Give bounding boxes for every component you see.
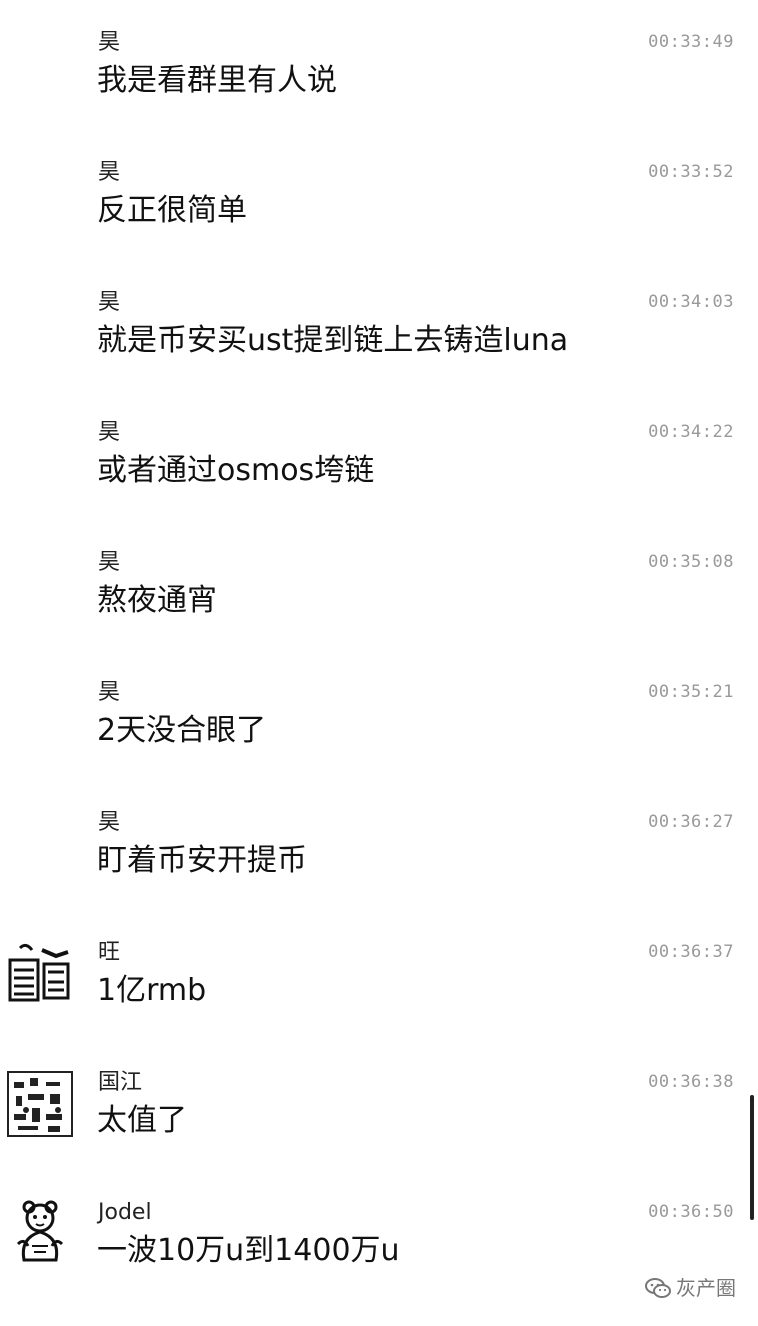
scrollbar[interactable] <box>750 1095 754 1220</box>
message-row: 昊 00:36:27 盯着币安开提币 <box>0 806 758 936</box>
message-row: 国江 00:36:38 太值了 <box>0 1066 758 1196</box>
wechat-icon <box>644 1276 672 1300</box>
sender-name: Jodel <box>98 1200 152 1225</box>
message-time: 00:34:22 <box>648 422 734 442</box>
message-row: 昊 00:34:03 就是币安买ust提到链上去铸造luna <box>0 286 758 416</box>
message-time: 00:33:49 <box>648 32 734 52</box>
message-time: 00:33:52 <box>648 162 734 182</box>
message-time: 00:35:21 <box>648 682 734 702</box>
watermark: 灰产圈 <box>644 1276 736 1300</box>
message-text[interactable]: 反正很简单 <box>97 190 247 232</box>
pattern-avatar-icon[interactable] <box>6 1070 74 1138</box>
message-time: 00:36:38 <box>648 1072 734 1092</box>
message-time: 00:34:03 <box>648 292 734 312</box>
sketch-avatar-icon[interactable] <box>6 940 74 1008</box>
message-row: 昊 00:35:21 2天没合眼了 <box>0 676 758 806</box>
sender-name: 昊 <box>98 160 121 185</box>
sender-name: 昊 <box>98 680 121 705</box>
message-time: 00:36:50 <box>648 1202 734 1222</box>
message-text[interactable]: 盯着币安开提币 <box>97 840 307 882</box>
sender-name: 昊 <box>98 30 121 55</box>
message-time: 00:36:27 <box>648 812 734 832</box>
message-text[interactable]: 就是币安买ust提到链上去铸造luna <box>97 320 568 362</box>
message-text[interactable]: 或者通过osmos垮链 <box>97 450 374 492</box>
sender-name: 国江 <box>98 1070 143 1095</box>
message-row: 旺 00:36:37 1亿rmb <box>0 936 758 1066</box>
bear-avatar-icon[interactable] <box>6 1198 74 1266</box>
message-text[interactable]: 我是看群里有人说 <box>97 60 337 102</box>
message-row: 昊 00:35:08 熬夜通宵 <box>0 546 758 676</box>
sender-name: 昊 <box>98 810 121 835</box>
message-row: 昊 00:34:22 或者通过osmos垮链 <box>0 416 758 546</box>
message-text[interactable]: 一波10万u到1400万u <box>97 1230 400 1272</box>
sender-name: 昊 <box>98 550 121 575</box>
message-time: 00:36:37 <box>648 942 734 962</box>
message-text[interactable]: 熬夜通宵 <box>97 580 217 622</box>
sender-name: 旺 <box>98 940 121 965</box>
message-row: 昊 00:33:52 反正很简单 <box>0 156 758 286</box>
message-text[interactable]: 1亿rmb <box>97 970 206 1012</box>
message-row: 昊 00:33:49 我是看群里有人说 <box>0 26 758 156</box>
sender-name: 昊 <box>98 420 121 445</box>
sender-name: 昊 <box>98 290 121 315</box>
message-time: 00:35:08 <box>648 552 734 572</box>
message-text[interactable]: 太值了 <box>97 1100 187 1142</box>
watermark-text: 灰产圈 <box>676 1276 736 1300</box>
message-text[interactable]: 2天没合眼了 <box>97 710 266 752</box>
message-row: Jodel 00:36:50 一波10万u到1400万u <box>0 1196 758 1326</box>
